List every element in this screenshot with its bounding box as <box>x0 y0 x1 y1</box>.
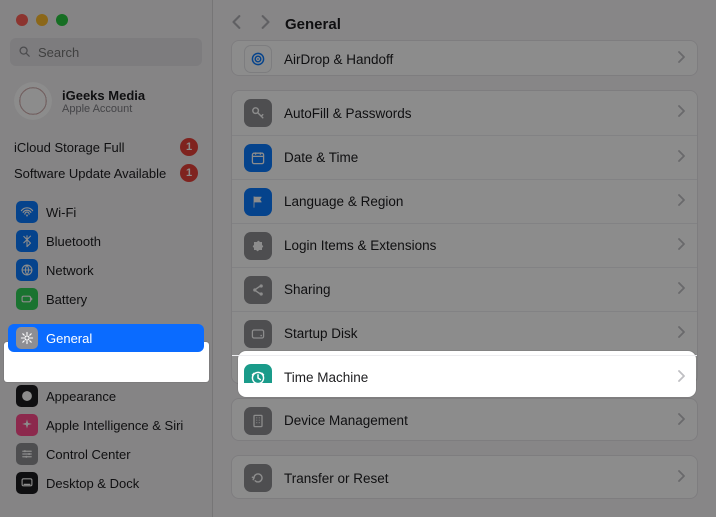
settings-row-autofill-passwords[interactable]: AutoFill & Passwords <box>232 91 697 135</box>
settings-row-language-region[interactable]: Language & Region <box>232 179 697 223</box>
account-row[interactable]: iGeeks Media Apple Account <box>0 74 212 134</box>
dock-icon <box>16 472 38 494</box>
clock-icon <box>244 364 272 384</box>
sidebar-item-label: Wi-Fi <box>46 205 76 220</box>
main-panel: General AirDrop & Handoff AutoFill & Pas… <box>213 0 716 517</box>
appearance-icon <box>16 385 38 407</box>
settings-row-device-management[interactable]: Device Management <box>232 399 697 442</box>
sidebar-item-accessibility[interactable]: Accessibility <box>8 353 204 381</box>
disk-icon <box>244 320 272 348</box>
avatar <box>14 82 52 120</box>
settings-row-label: Transfer or Reset <box>284 471 665 486</box>
sidebar-item-control-center[interactable]: Control Center <box>8 440 204 468</box>
battery-icon <box>16 288 38 310</box>
alert-row[interactable]: iCloud Storage Full 1 <box>14 134 198 160</box>
settings-row-startup-disk[interactable]: Startup Disk <box>232 311 697 355</box>
alert-badge: 1 <box>180 164 198 182</box>
settings-group: Transfer or Reset <box>231 455 698 499</box>
sidebar-item-desktop-dock[interactable]: Desktop & Dock <box>8 469 204 497</box>
wifi-icon <box>16 201 38 223</box>
bluetooth-icon <box>16 230 38 252</box>
airdrop-icon <box>244 45 272 73</box>
key-icon <box>244 99 272 127</box>
alert-label: Software Update Available <box>14 166 166 181</box>
chevron-right-icon <box>677 369 685 384</box>
chevron-right-icon <box>677 237 685 255</box>
sidebar-item-label: Network <box>46 263 94 278</box>
settings-group: AutoFill & Passwords Date & Time Languag… <box>231 90 698 384</box>
chevron-right-icon <box>677 149 685 167</box>
sidebar-item-label: Control Center <box>46 447 131 462</box>
gear-icon <box>16 327 38 349</box>
sidebar-item-appearance[interactable]: Appearance <box>8 382 204 410</box>
settings-row-date-time[interactable]: Date & Time <box>232 135 697 179</box>
building-icon <box>244 407 272 435</box>
settings-group: AirDrop & Handoff <box>231 40 698 76</box>
calendar-icon <box>244 144 272 172</box>
settings-row-label: Time Machine <box>284 370 665 384</box>
settings-row-label: Startup Disk <box>284 326 665 341</box>
settings-row-label: Language & Region <box>284 194 665 209</box>
accessibility-icon <box>16 356 38 378</box>
minimize-button[interactable] <box>36 14 48 26</box>
settings-row-label: Date & Time <box>284 150 665 165</box>
reset-icon <box>244 464 272 492</box>
window-controls <box>0 0 212 26</box>
sidebar-item-battery[interactable]: Battery <box>8 285 204 313</box>
search-icon <box>18 45 32 59</box>
chevron-right-icon <box>677 281 685 299</box>
sidebar-list: Wi-Fi Bluetooth Network Battery General … <box>0 186 212 497</box>
settings-row-label: Sharing <box>284 282 665 297</box>
sidebar-item-label: Desktop & Dock <box>46 476 139 491</box>
sidebar-item-label: Accessibility <box>46 360 117 375</box>
nav-forward-button[interactable] <box>259 15 271 34</box>
settings-row-label: Login Items & Extensions <box>284 238 665 253</box>
sidebar-item-bluetooth[interactable]: Bluetooth <box>8 227 204 255</box>
flag-icon <box>244 188 272 216</box>
content: AirDrop & Handoff AutoFill & Passwords D… <box>213 40 716 517</box>
search-input[interactable] <box>38 45 194 60</box>
account-sub: Apple Account <box>62 103 145 115</box>
settings-row-login-items-extensions[interactable]: Login Items & Extensions <box>232 223 697 267</box>
nav-back-button[interactable] <box>231 15 243 34</box>
maximize-button[interactable] <box>56 14 68 26</box>
account-name: iGeeks Media <box>62 88 145 103</box>
alert-row[interactable]: Software Update Available 1 <box>14 160 198 186</box>
alert-badge: 1 <box>180 138 198 156</box>
chevron-right-icon <box>677 412 685 430</box>
page-title: General <box>285 16 341 33</box>
share-icon <box>244 276 272 304</box>
settings-row-label: AirDrop & Handoff <box>284 52 665 67</box>
settings-row-label: Device Management <box>284 413 665 428</box>
chevron-right-icon <box>677 325 685 343</box>
chevron-right-icon <box>677 469 685 487</box>
sidebar: iGeeks Media Apple Account iCloud Storag… <box>0 0 213 517</box>
settings-row-transfer-or-reset[interactable]: Transfer or Reset <box>232 456 697 499</box>
sidebar-item-label: Battery <box>46 292 87 307</box>
alert-label: iCloud Storage Full <box>14 140 125 155</box>
globe-icon <box>16 259 38 281</box>
settings-row-time-machine[interactable]: Time Machine <box>232 355 697 384</box>
sidebar-item-apple-intelligence-siri[interactable]: Apple Intelligence & Siri <box>8 411 204 439</box>
sliders-icon <box>16 443 38 465</box>
sidebar-item-network[interactable]: Network <box>8 256 204 284</box>
chevron-right-icon <box>677 193 685 211</box>
chevron-right-icon <box>677 104 685 122</box>
sidebar-item-label: Appearance <box>46 389 116 404</box>
sidebar-item-general[interactable]: General <box>8 324 204 352</box>
sidebar-item-label: Apple Intelligence & Siri <box>46 418 183 433</box>
sidebar-item-label: General <box>46 331 92 346</box>
close-button[interactable] <box>16 14 28 26</box>
sparkle-icon <box>16 414 38 436</box>
settings-group: Device Management <box>231 398 698 442</box>
search-field[interactable] <box>10 38 202 66</box>
sidebar-item-wi-fi[interactable]: Wi-Fi <box>8 198 204 226</box>
alerts: iCloud Storage Full 1 Software Update Av… <box>0 134 212 186</box>
chevron-right-icon <box>677 50 685 68</box>
sidebar-item-label: Bluetooth <box>46 234 101 249</box>
settings-row-airdrop-handoff[interactable]: AirDrop & Handoff <box>232 41 697 76</box>
settings-row-label: AutoFill & Passwords <box>284 106 665 121</box>
settings-row-sharing[interactable]: Sharing <box>232 267 697 311</box>
puzzle-icon <box>244 232 272 260</box>
